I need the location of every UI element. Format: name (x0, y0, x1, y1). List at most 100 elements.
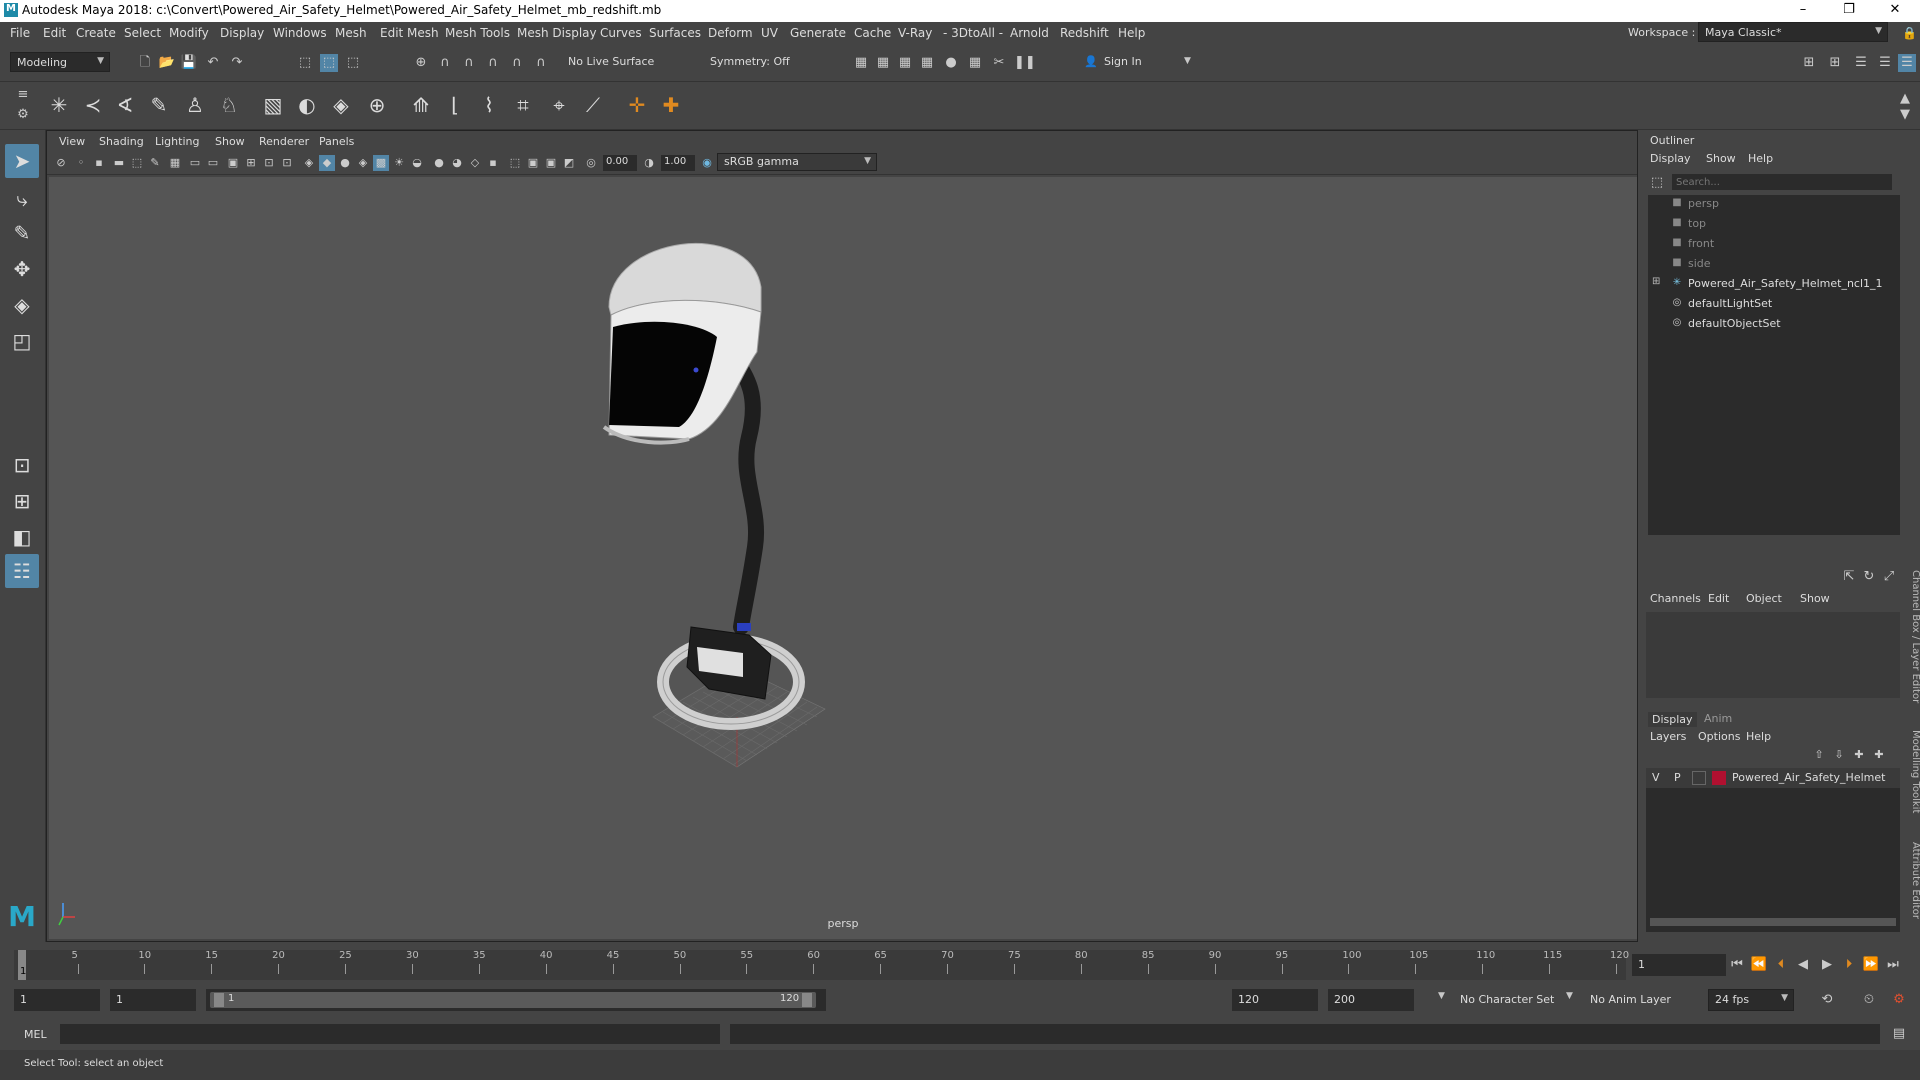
playback-start-field[interactable]: 1 (110, 989, 196, 1011)
gamma-icon[interactable]: ◑ (641, 155, 657, 171)
outliner-menu-help[interactable]: Help (1748, 152, 1773, 165)
outliner-menu-show[interactable]: Show (1706, 152, 1736, 165)
tree-item[interactable]: ⊞ ✳ Powered_Air_Safety_Helmet_ncl1_1 (1648, 275, 1900, 291)
tab-anim[interactable]: Anim (1704, 712, 1732, 725)
tool-settings-icon[interactable]: ☰ (1852, 54, 1870, 72)
field-chart-icon[interactable]: ⊞ (243, 155, 259, 171)
new-layer-icon[interactable]: ✚ (1850, 746, 1868, 764)
panel-menu-panels[interactable]: Panels (319, 135, 354, 148)
menu-help[interactable]: Help (1118, 26, 1145, 40)
anim-layer-dropdown[interactable]: No Anim Layer (1590, 993, 1671, 1006)
channels-edit-menu[interactable]: Edit (1708, 592, 1729, 605)
maximize-button[interactable]: ❐ (1826, 0, 1872, 22)
time-slider[interactable]: 1 5 10 15 20 25 30 35 40 45 50 55 60 65 70 75 80 85 90 95 1… (0, 942, 1920, 982)
step-back-frame-icon[interactable]: ⏴ (1772, 956, 1790, 974)
rotate-tool-icon[interactable]: ◈ (5, 288, 39, 322)
horizontal-scrollbar[interactable] (1650, 918, 1896, 926)
ipr-render-icon[interactable]: ▦ (896, 54, 914, 72)
loop-icon[interactable]: ⟲ (1818, 991, 1836, 1009)
tree-item[interactable]: ■ side (1648, 255, 1900, 271)
grease-pencil-icon[interactable]: ✎ (147, 155, 163, 171)
menu-3dtoall[interactable]: - 3DtoAll - (943, 26, 1003, 40)
range-slider-bar[interactable]: 1 120 (206, 989, 826, 1011)
channel-box-icon[interactable]: ☰ (1876, 54, 1894, 72)
menu-vray[interactable]: V-Ray (898, 26, 932, 40)
tree-item[interactable]: ■ front (1648, 235, 1900, 251)
minimize-button[interactable]: – (1780, 0, 1826, 22)
skeleton-icon[interactable]: ♘ (214, 90, 244, 120)
render-setup-icon[interactable]: ▦ (966, 54, 984, 72)
wireframe-on-shaded-icon[interactable]: ◈ (355, 155, 371, 171)
channel-box-tool-icon[interactable]: ⇱ (1840, 568, 1858, 586)
color-management-icon[interactable]: ◉ (699, 155, 715, 171)
anim-prefs-icon[interactable]: ⚙ (1890, 991, 1908, 1009)
menu-edit-mesh[interactable]: Edit Mesh (380, 26, 439, 40)
snap-point-icon[interactable]: ∩ (460, 54, 478, 72)
layer-options-menu[interactable]: Options (1698, 730, 1740, 743)
layer-visibility-toggle[interactable]: V (1652, 771, 1660, 784)
bridge-icon[interactable]: ⌇ (474, 90, 504, 120)
step-forward-frame-icon[interactable]: ⏵ (1840, 956, 1858, 974)
menu-display[interactable]: Display (220, 26, 264, 40)
menu-curves[interactable]: Curves (600, 26, 642, 40)
exposure-field[interactable]: 0.00 (603, 155, 637, 171)
camera-attributes-icon[interactable]: ◦ (73, 155, 89, 171)
panel-menu-show[interactable]: Show (215, 135, 245, 148)
snap-view-plane-icon[interactable]: ∩ (484, 54, 502, 72)
menu-uv[interactable]: UV (761, 26, 778, 40)
menu-modify[interactable]: Modify (169, 26, 209, 40)
nurbs-icon[interactable]: ✳ (44, 90, 74, 120)
outliner-layout-icon[interactable]: ☷ (5, 554, 39, 588)
layer-row[interactable]: V P Powered_Air_Safety_Helmet (1646, 768, 1900, 788)
scroll-down-icon[interactable]: ▼ (1896, 106, 1914, 124)
range-slider-handle[interactable]: 1 120 (210, 992, 816, 1008)
shelf-settings-icon[interactable]: ⚙ (14, 106, 32, 124)
textured-icon[interactable]: ▩ (373, 155, 389, 171)
layer-color-swatch[interactable] (1712, 771, 1726, 785)
depth-of-field-icon[interactable]: ▪ (485, 155, 501, 171)
close-button[interactable]: ✕ (1872, 0, 1918, 22)
range-end-handle[interactable] (802, 993, 812, 1007)
smooth-shade-icon[interactable]: ◆ (319, 155, 335, 171)
poly-cylinder-icon[interactable]: ◈ (326, 90, 356, 120)
menu-surfaces[interactable]: Surfaces (649, 26, 701, 40)
layers-menu[interactable]: Layers (1650, 730, 1686, 743)
bezier-icon[interactable]: ✎ (144, 90, 174, 120)
tree-item[interactable]: ■ persp (1648, 195, 1900, 211)
menu-windows[interactable]: Windows (273, 26, 327, 40)
channel-box-expand-icon[interactable]: ⤢ (1880, 568, 1898, 586)
paint-select-icon[interactable]: ✎ (5, 216, 39, 250)
shelf-menu-icon[interactable]: ≡ (14, 86, 32, 104)
command-input[interactable] (60, 1024, 720, 1044)
grid-toggle-icon[interactable]: ▦ (167, 155, 183, 171)
gate-mask-icon[interactable]: ▣ (225, 155, 241, 171)
layer-playback-toggle[interactable]: P (1674, 771, 1681, 784)
extrude-icon[interactable]: ⟰ (406, 90, 436, 120)
workspace-dropdown[interactable]: Maya Classic* ▼ (1698, 22, 1888, 42)
render-settings-icon[interactable]: ▦ (852, 54, 870, 72)
menu-redshift[interactable]: Redshift (1060, 26, 1109, 40)
image-plane-icon[interactable]: ▬ (111, 155, 127, 171)
redshift-render-icon[interactable]: ✂ (990, 54, 1008, 72)
new-scene-icon[interactable]: 🗋 (136, 54, 154, 72)
motion-blur-icon[interactable]: ◕ (449, 155, 465, 171)
menu-select[interactable]: Select (124, 26, 161, 40)
film-gate-icon[interactable]: ▭ (187, 155, 203, 171)
filter-icon[interactable]: ⬚ (1648, 174, 1666, 192)
expand-icon[interactable]: ⊞ (1652, 276, 1660, 287)
select-tool-icon[interactable]: ➤ (5, 144, 39, 178)
tree-item[interactable]: ◎ defaultLightSet (1648, 295, 1900, 311)
channel-box-refresh-icon[interactable]: ↻ (1860, 568, 1878, 586)
panel-menu-renderer[interactable]: Renderer (259, 135, 309, 148)
live-surface-field[interactable]: No Live Surface (562, 52, 662, 72)
multi-cut-icon[interactable]: ⌗ (508, 90, 538, 120)
animation-start-field[interactable]: 1 (14, 989, 100, 1011)
mode-dropdown[interactable]: Modeling ▼ (10, 52, 110, 72)
menu-edit[interactable]: Edit (43, 26, 66, 40)
move-layer-down-icon[interactable]: ⇩ (1830, 746, 1848, 764)
select-camera-icon[interactable]: ⊘ (53, 155, 69, 171)
screen-space-ao-icon[interactable]: ● (431, 155, 447, 171)
save-scene-icon[interactable]: 💾 (180, 54, 198, 72)
use-default-material-icon[interactable]: ● (337, 155, 353, 171)
pause-icon[interactable]: ❚❚ (1014, 54, 1036, 72)
